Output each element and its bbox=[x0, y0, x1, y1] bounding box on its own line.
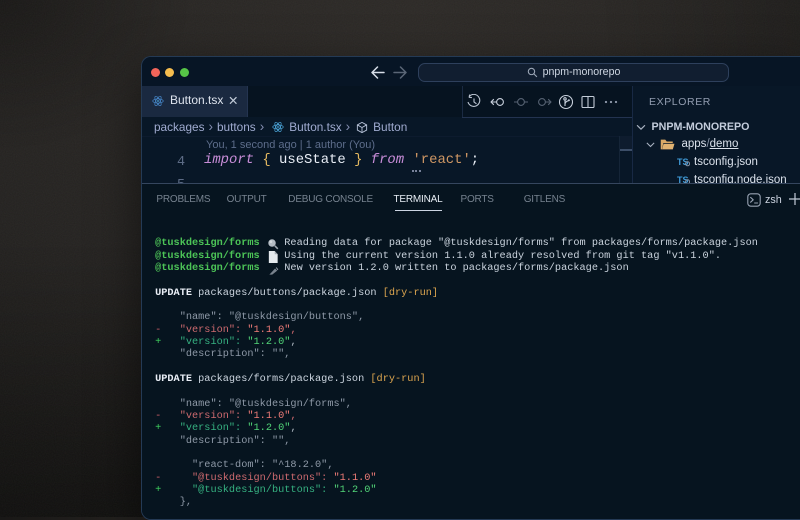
svg-text:TS: TS bbox=[677, 175, 689, 183]
